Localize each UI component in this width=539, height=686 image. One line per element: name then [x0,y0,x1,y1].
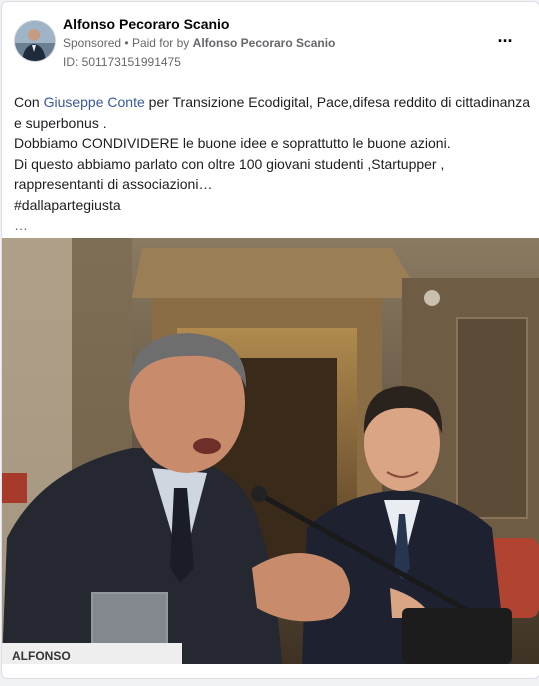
see-more-link[interactable]: … [14,215,529,236]
post-header: Alfonso Pecoraro Scanio Sponsored • Paid… [2,2,539,80]
text-line-2: e superbonus . [14,114,107,131]
text-line-5: rappresentanti di associazioni… [14,176,213,192]
text-line-1-prefix: Con [14,94,44,110]
text-line-4: Di questo abbiamo parlato con oltre 100 … [14,155,445,172]
sponsored-meta: Sponsored • Paid for by Alfonso Pecoraro… [63,36,335,50]
hashtag-link[interactable]: #dallapartegiusta [14,195,529,216]
ad-post-card: Alfonso Pecoraro Scanio Sponsored • Paid… [1,1,539,679]
mention-link[interactable]: Giuseppe Conte [44,94,145,110]
text-line-1: Con Giuseppe Conte per Transizione Ecodi… [14,92,530,113]
more-horizontal-icon[interactable]: ··· [492,28,518,54]
paid-for-name[interactable]: Alfonso Pecoraro Scanio [193,36,336,50]
post-photo[interactable]: ALFONSO [2,238,539,664]
sponsored-label[interactable]: Sponsored [63,36,121,50]
paid-for-prefix: Paid for by [131,36,190,50]
author-name[interactable]: Alfonso Pecoraro Scanio [63,16,229,32]
text-line-1-suffix: per Transizione Ecodigital, Pace,difesa … [144,94,530,110]
author-avatar[interactable] [14,20,56,62]
meta-separator: • [124,36,129,50]
ad-id: ID: 501173151991475 [63,55,181,69]
nameplate-text: ALFONSO [12,649,71,663]
post-text: Con Giuseppe Conte per Transizione Ecodi… [14,92,530,236]
text-line-3: Dobbiamo CONDIVIDERE le buone idee e sop… [14,135,451,151]
